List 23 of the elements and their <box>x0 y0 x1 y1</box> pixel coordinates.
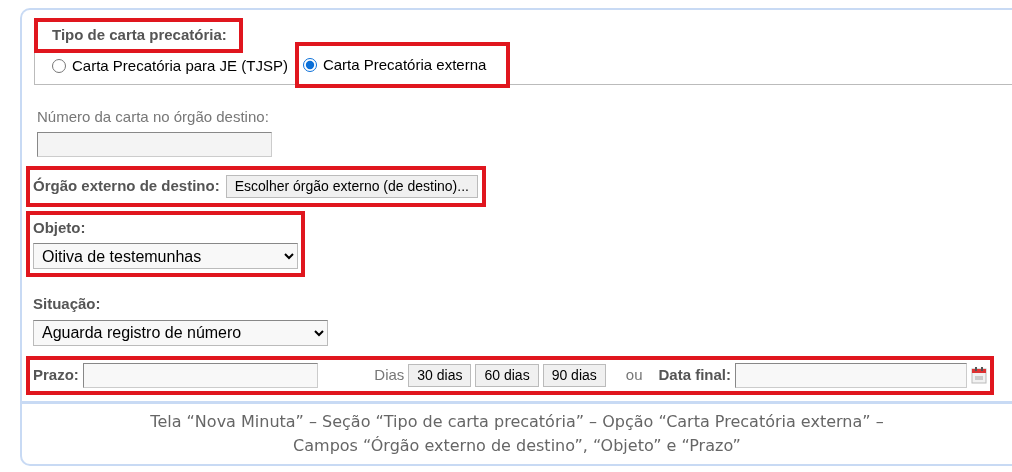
preset-button[interactable]: 90 dias <box>542 363 606 387</box>
separator-text: ou <box>625 365 643 386</box>
choose-button[interactable]: Escolher órgão externo (de destino)... <box>225 175 478 198</box>
unit-label: Dias <box>374 365 405 386</box>
date-field[interactable] <box>735 362 967 388</box>
radio-label[interactable]: Carta Precatória externa <box>322 53 487 77</box>
preset-button[interactable]: 30 dias <box>408 363 472 387</box>
radio-label[interactable]: Carta Precatória para JE (TJSP) <box>72 54 288 78</box>
field-label: Órgão externo de destino: <box>33 176 220 197</box>
figure-caption: Tela “Nova Minuta” – Seção “Tipo de carta precatória” – Opção “Carta Precatória externa” – Campos “Órgão externo de destino”, “Objeto” e “Prazo” <box>149 411 885 457</box>
section-legend: Tipo de carta precatória: <box>52 24 227 47</box>
calendar-icon[interactable] <box>971 366 987 385</box>
field-label: Objeto: <box>33 217 86 238</box>
radio-button[interactable] <box>52 59 66 73</box>
preset-button[interactable]: 60 dias <box>475 363 539 387</box>
text-field[interactable] <box>82 362 318 388</box>
radio-button[interactable] <box>302 58 317 72</box>
field-label: Número da carta no órgão destino: <box>37 106 269 127</box>
dropdown[interactable]: Oitiva de testemunhas <box>33 243 298 270</box>
field-label: Prazo: <box>33 365 79 386</box>
field-label: Data final: <box>658 365 731 386</box>
field-label: Situação: <box>33 294 101 315</box>
dropdown[interactable]: Aguarda registro de número <box>33 319 328 346</box>
